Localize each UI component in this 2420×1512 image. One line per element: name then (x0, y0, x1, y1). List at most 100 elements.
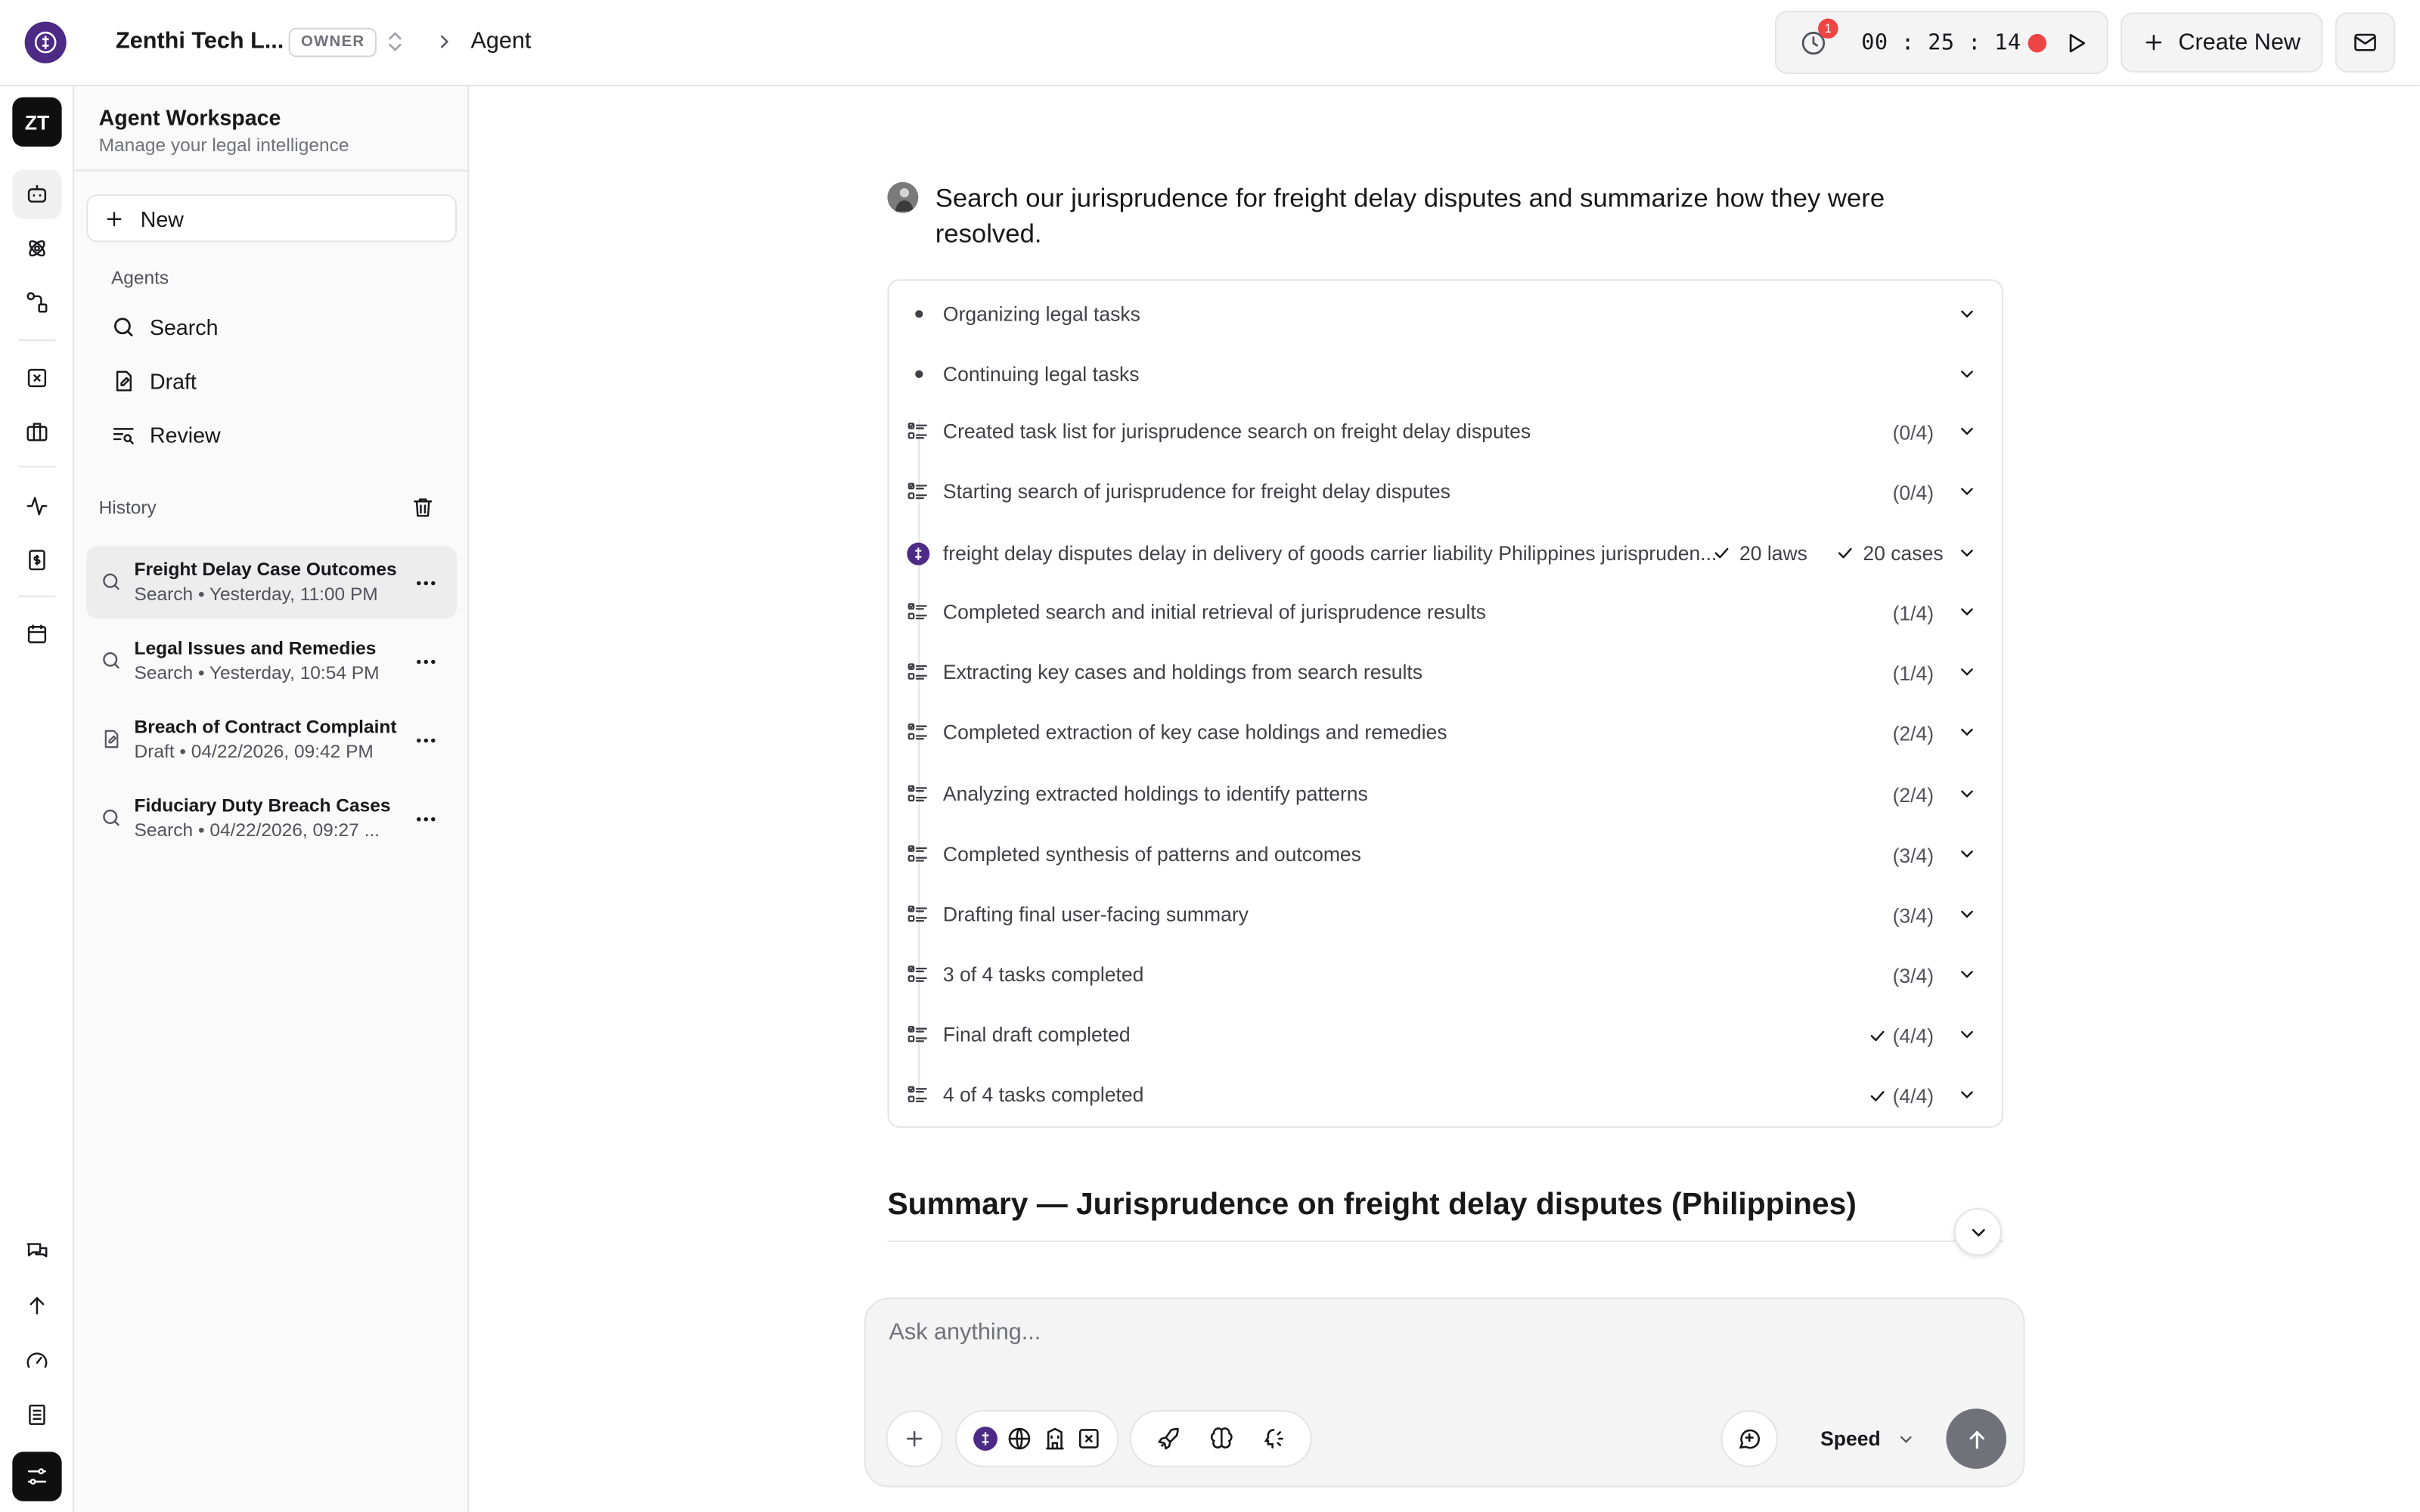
step-row[interactable]: Completed extraction of key case holding… (889, 702, 2002, 763)
summary-heading: Summary — Jurisprudence on freight delay… (887, 1188, 1857, 1222)
mode-toggles (1129, 1410, 1312, 1467)
rocket-icon[interactable] (1156, 1426, 1183, 1452)
step-progress: (3/4) (1893, 904, 1934, 928)
brand-source-icon[interactable] (972, 1426, 998, 1452)
step-row[interactable]: Organizing legal tasks (889, 284, 2002, 345)
chevron-down-icon[interactable] (1957, 543, 1978, 563)
history-item[interactable]: Freight Delay Case Outcomes Search • Yes… (86, 546, 458, 619)
brain-icon[interactable] (1208, 1426, 1234, 1452)
agent-draft[interactable]: Draft (111, 360, 197, 403)
workspace-avatar[interactable]: ZT (12, 97, 62, 147)
search-icon (114, 318, 133, 336)
send-button[interactable] (1946, 1408, 2007, 1469)
speed-select[interactable]: Speed (1798, 1410, 1938, 1467)
record-indicator[interactable] (2028, 33, 2047, 53)
new-chat-button[interactable]: New (86, 194, 458, 243)
workspace-subtitle: Manage your legal intelligence (98, 134, 349, 156)
more-horizontal-icon[interactable] (414, 728, 439, 753)
building-icon[interactable] (1041, 1426, 1068, 1452)
activity-nav-icon[interactable] (12, 482, 61, 531)
org-name[interactable]: Zenthi Tech L... (116, 28, 284, 54)
chevron-down-icon[interactable] (1957, 1085, 1978, 1105)
chevron-down-icon[interactable] (1957, 1024, 1978, 1045)
chevron-down-icon[interactable] (1957, 304, 1978, 324)
step-row[interactable]: Final draft completed (4/4) (889, 1005, 2002, 1065)
laws-count: 20 laws (1739, 541, 1807, 565)
search-icon (101, 649, 123, 671)
step-row[interactable]: 4 of 4 tasks completed (4/4) (889, 1064, 2002, 1125)
new-chat-label: New (140, 206, 184, 231)
search-icon (101, 571, 123, 593)
spreadsheet-icon[interactable] (1076, 1426, 1103, 1452)
chevron-down-icon[interactable] (1957, 965, 1978, 985)
notification-badge: 1 (1818, 18, 1838, 39)
history-item[interactable]: Legal Issues and Remedies Search • Yeste… (86, 625, 457, 698)
gauge-icon[interactable] (12, 1336, 61, 1385)
trash-icon[interactable] (411, 495, 436, 520)
billing-nav-icon[interactable] (12, 535, 61, 584)
chevron-up-down-icon[interactable] (383, 29, 408, 54)
scroll-down-button[interactable] (1953, 1207, 2002, 1256)
session-timer: 1 00 : 25 : 14 (1774, 11, 2108, 74)
arrow-up-icon[interactable] (12, 1281, 61, 1330)
agent-nav-icon[interactable] (12, 169, 62, 219)
role-badge: OWNER (288, 27, 377, 57)
chevron-down-icon[interactable] (1957, 844, 1978, 864)
agent-search[interactable]: Search (111, 305, 218, 349)
step-progress: (3/4) (1893, 844, 1934, 867)
play-icon[interactable] (2064, 31, 2089, 56)
breadcrumb-current: Agent (470, 27, 532, 54)
spreadsheet-nav-icon[interactable] (12, 353, 61, 402)
chevron-down-icon[interactable] (1957, 784, 1978, 804)
create-new-button[interactable]: Create New (2121, 12, 2323, 73)
step-row[interactable]: Extracting key cases and holdings from s… (889, 642, 2002, 702)
bullet-icon (915, 310, 923, 318)
report-icon[interactable] (12, 1390, 61, 1439)
history-title: Breach of Contract Complaint (134, 715, 397, 738)
more-horizontal-icon[interactable] (414, 649, 439, 674)
step-row[interactable]: Created task list for jurisprudence sear… (889, 401, 2002, 462)
more-horizontal-icon[interactable] (414, 807, 439, 832)
step-count: (4/4) (1892, 1084, 1934, 1108)
step-text: 4 of 4 tasks completed (942, 1083, 1144, 1107)
step-row[interactable]: freight delay disputes delay in delivery… (889, 523, 2002, 584)
chevron-down-icon[interactable] (1957, 662, 1978, 683)
step-row[interactable]: Drafting final user-facing summary (3/4) (889, 884, 2002, 944)
step-row[interactable]: Continuing legal tasks (889, 344, 2002, 404)
mail-button[interactable] (2335, 12, 2396, 73)
chevron-down-icon[interactable] (1957, 722, 1978, 742)
ask-input[interactable] (889, 1318, 1970, 1346)
history-item[interactable]: Fiduciary Duty Breach Cases Search • 04/… (86, 782, 457, 855)
chevron-down-icon[interactable] (1957, 904, 1978, 925)
chevron-down-icon[interactable] (1957, 421, 1978, 442)
attach-button[interactable] (886, 1410, 943, 1467)
step-row[interactable]: Completed synthesis of patterns and outc… (889, 824, 2002, 885)
top-bar: Zenthi Tech L... OWNER Agent 1 00 : 25 :… (0, 0, 2420, 87)
globe-icon[interactable] (1007, 1426, 1033, 1452)
review-icon (113, 428, 134, 445)
workflow-nav-icon[interactable] (12, 277, 61, 327)
step-count: (0/4) (1892, 421, 1934, 445)
chevron-right-icon (433, 31, 455, 53)
chevron-down-icon[interactable] (1957, 602, 1978, 622)
chevron-down-icon[interactable] (1957, 364, 1978, 385)
spark-brain-icon[interactable] (1259, 1426, 1286, 1452)
step-row[interactable]: 3 of 4 tasks completed (3/4) (889, 944, 2002, 1005)
step-row[interactable]: Completed search and initial retrieval o… (889, 581, 2002, 642)
search-results-meta: 20 laws 20 cases (1711, 541, 1944, 565)
brand-search-icon (906, 541, 931, 566)
agent-review[interactable]: Review (111, 414, 221, 457)
atom-nav-icon[interactable] (12, 224, 61, 273)
step-row[interactable]: Starting search of jurisprudence for fre… (889, 461, 2002, 522)
brand-logo-icon[interactable] (24, 21, 67, 64)
history-item[interactable]: Breach of Contract Complaint Draft • 04/… (86, 704, 457, 776)
calendar-nav-icon[interactable] (12, 609, 61, 658)
briefcase-nav-icon[interactable] (12, 407, 61, 457)
chat-mode-button[interactable] (1720, 1410, 1779, 1467)
step-text: Completed search and initial retrieval o… (942, 600, 1487, 624)
settings-sliders-icon[interactable] (12, 1452, 62, 1501)
chevron-down-icon[interactable] (1957, 482, 1978, 502)
messages-nav-icon[interactable] (12, 1226, 61, 1275)
more-horizontal-icon[interactable] (414, 571, 439, 596)
step-row[interactable]: Analyzing extracted holdings to identify… (889, 764, 2002, 824)
